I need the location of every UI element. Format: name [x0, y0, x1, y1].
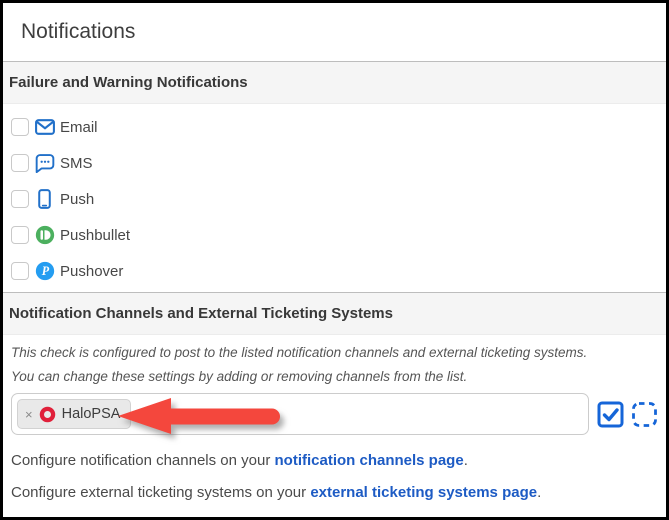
section-failure-warning-header: Failure and Warning Notifications: [3, 61, 666, 104]
channel-chip-halopsa[interactable]: × HaloPSA: [17, 399, 131, 429]
pushbullet-icon: [34, 225, 55, 246]
pushover-icon: P: [34, 261, 55, 282]
push-icon: [34, 189, 55, 210]
chip-remove-icon[interactable]: ×: [25, 408, 33, 421]
external-ticketing-systems-page-link[interactable]: external ticketing systems page: [310, 484, 537, 501]
sms-checkbox[interactable]: [11, 154, 29, 172]
configure-channels-line: Configure notification channels on your …: [11, 452, 666, 469]
configure-channels-prefix: Configure notification channels on your: [11, 452, 275, 469]
red-arrow-annotation: [115, 395, 303, 437]
configure-ticketing-suffix: .: [537, 484, 541, 501]
configure-ticketing-line: Configure external ticketing systems on …: [11, 484, 666, 501]
option-label: Push: [60, 191, 94, 208]
option-label: Pushbullet: [60, 227, 130, 244]
channels-tag-input[interactable]: × HaloPSA: [11, 393, 589, 435]
option-label: Pushover: [60, 263, 123, 280]
section-heading: Notification Channels and External Ticke…: [9, 305, 658, 322]
pushover-checkbox[interactable]: [11, 262, 29, 280]
configure-channels-suffix: .: [464, 452, 468, 469]
option-row-sms: SMS: [11, 145, 666, 181]
configure-ticketing-prefix: Configure external ticketing systems on …: [11, 484, 310, 501]
option-label: Email: [60, 119, 98, 136]
channel-selection-actions: [597, 401, 658, 428]
description-line-1: This check is configured to post to the …: [11, 345, 658, 360]
option-row-push: Push: [11, 181, 666, 217]
section-heading: Failure and Warning Notifications: [9, 74, 658, 91]
svg-text:P: P: [41, 264, 49, 278]
check-square-icon[interactable]: [597, 401, 624, 428]
option-label: SMS: [60, 155, 93, 172]
pushbullet-checkbox[interactable]: [11, 226, 29, 244]
halopsa-logo-icon: [39, 406, 56, 423]
dashed-square-icon[interactable]: [631, 401, 658, 428]
channels-input-row: × HaloPSA: [11, 393, 658, 435]
page-header: Notifications: [3, 3, 666, 61]
option-row-email: Email: [11, 109, 666, 145]
notification-options-list: Email SMS Push: [3, 104, 666, 292]
push-checkbox[interactable]: [11, 190, 29, 208]
email-checkbox[interactable]: [11, 118, 29, 136]
page-title: Notifications: [21, 20, 135, 44]
notification-channels-page-link[interactable]: notification channels page: [275, 452, 464, 469]
option-row-pushover: P Pushover: [11, 253, 666, 289]
sms-icon: [34, 153, 55, 174]
email-icon: [34, 117, 55, 138]
chip-label: HaloPSA: [62, 406, 121, 422]
channels-description: This check is configured to post to the …: [3, 335, 666, 384]
section-channels-header: Notification Channels and External Ticke…: [3, 292, 666, 335]
description-line-2: You can change these settings by adding …: [11, 369, 658, 384]
option-row-pushbullet: Pushbullet: [11, 217, 666, 253]
